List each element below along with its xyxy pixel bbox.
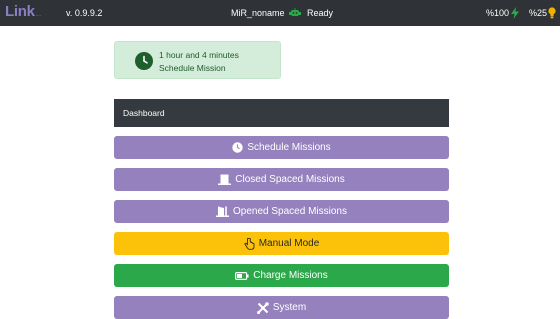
closed-door-icon <box>218 174 232 185</box>
lightning-icon <box>511 7 519 19</box>
button-label: Charge Missions <box>253 270 328 281</box>
button-label: Opened Spaced Missions <box>233 206 347 217</box>
version-label: v. 0.9.9.2 <box>66 8 103 18</box>
button-label: Closed Spaced Missions <box>235 174 345 185</box>
clock-icon <box>135 52 153 70</box>
tools-icon <box>257 301 269 314</box>
button-label: System <box>272 302 307 313</box>
battery-percent: %100 <box>486 8 510 18</box>
button-label: Manual Mode <box>258 238 320 249</box>
top-bar: Link .... v. 0.9.9.2 MiR_noname Ready %1… <box>0 0 560 26</box>
closed-spaced-missions-button[interactable]: Closed Spaced Missions <box>114 168 449 191</box>
robot-status: Ready <box>307 8 334 18</box>
battery-icon <box>235 271 249 280</box>
charge-missions-button[interactable]: Charge Missions <box>114 264 449 287</box>
system-button[interactable]: System <box>114 296 449 319</box>
lightbulb-icon <box>548 7 556 19</box>
next-schedule-card: 1 hour and 4 minutes Schedule Mission <box>114 41 281 79</box>
bulb-percent: %25 <box>529 8 548 18</box>
schedule-missions-button[interactable]: Schedule Missions <box>114 136 449 159</box>
open-door-icon <box>216 206 230 217</box>
schedule-label: Schedule Mission <box>159 63 226 73</box>
logo-suffix: .... <box>35 12 42 18</box>
dashboard-header: Dashboard <box>114 99 449 127</box>
robot-name: MiR_noname <box>231 8 285 18</box>
manual-mode-button[interactable]: Manual Mode <box>114 232 449 255</box>
button-label: Schedule Missions <box>247 142 331 153</box>
clock-icon <box>232 142 244 153</box>
logo-text: Link <box>5 3 35 20</box>
schedule-time: 1 hour and 4 minutes <box>159 50 239 60</box>
robot-icon <box>289 8 301 16</box>
app-logo[interactable]: Link .... <box>5 3 41 23</box>
opened-spaced-missions-button[interactable]: Opened Spaced Missions <box>114 200 449 223</box>
hand-pointer-icon <box>244 237 255 250</box>
